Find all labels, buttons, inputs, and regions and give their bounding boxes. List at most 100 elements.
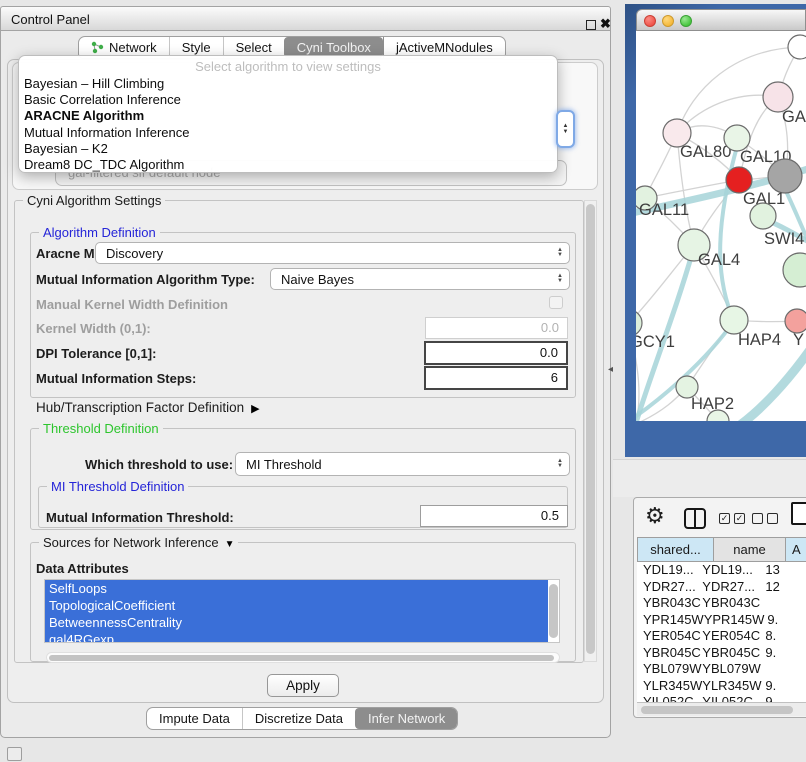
algorithm-option[interactable]: Mutual Information Inference <box>19 125 557 141</box>
data-attribute-item[interactable]: BetweennessCentrality <box>45 614 548 631</box>
table-cell: YLR345W <box>637 678 702 695</box>
table-cell: 9. <box>762 645 806 662</box>
cyni-bottom-tabs: Impute Data Discretize Data Infer Networ… <box>146 707 458 730</box>
network-node[interactable] <box>768 159 802 193</box>
group-title: Algorithm Definition <box>39 225 160 240</box>
tab-infer-network[interactable]: Infer Network <box>355 708 457 729</box>
algorithm-combobox-stepper[interactable]: ▲ ▼ <box>556 110 575 148</box>
algorithm-option[interactable]: Bayesian – Hill Climbing <box>19 76 557 92</box>
sources-horizontal-scrollbar[interactable] <box>46 652 560 663</box>
column-header-clipped[interactable]: A <box>786 537 806 562</box>
manual-kernel-label: Manual Kernel Width Definition <box>36 297 228 312</box>
network-window-titlebar[interactable] <box>636 9 806 31</box>
table-cell: YER054C <box>637 628 702 645</box>
network-canvas[interactable]: GAL2GAL80GAL10GAL1GAL11SWI4GAL4GCY1HAP4Y… <box>636 31 806 421</box>
gear-icon[interactable]: ⚙ <box>645 501 665 531</box>
table-row[interactable]: YER054CYER054C8. <box>637 628 806 645</box>
tab-label: Discretize Data <box>255 708 343 729</box>
splitter-arrow-icon[interactable]: ◂ <box>608 364 613 375</box>
unchecked-box-icon <box>767 513 778 524</box>
apply-button[interactable]: Apply <box>267 674 339 697</box>
column-header-name[interactable]: name <box>714 537 786 562</box>
network-node-Y[interactable] <box>785 309 806 333</box>
kernel-width-field[interactable]: 0.0 <box>425 317 568 339</box>
data-attribute-item[interactable]: TopologicalCoefficient <box>45 597 548 614</box>
manual-kernel-checkbox[interactable] <box>549 296 563 309</box>
network-edge[interactable] <box>740 347 806 421</box>
deselect-all-checkboxes-icon[interactable] <box>752 513 778 524</box>
mi-steps-field[interactable]: 6 <box>424 366 568 390</box>
document-icon[interactable] <box>791 502 806 525</box>
table-row[interactable]: YBL079WYBL079W <box>637 661 806 678</box>
table-horizontal-scrollbar[interactable] <box>637 702 806 716</box>
collapsed-panel-icon[interactable] <box>7 747 22 761</box>
data-attributes-listbox[interactable]: SelfLoopsTopologicalCoefficientBetweenne… <box>44 579 560 643</box>
group-title: Cyni Algorithm Settings <box>23 193 165 208</box>
tab-label: Impute Data <box>159 708 230 729</box>
network-node-HAP4[interactable] <box>720 306 748 334</box>
data-attribute-item[interactable]: SelfLoops <box>45 580 548 597</box>
combobox-arrows-icon: ▲▼ <box>557 453 563 475</box>
window-zoom-icon[interactable] <box>680 15 692 27</box>
mi-threshold-label: Mutual Information Threshold: <box>46 510 234 525</box>
table-row[interactable]: YIL052CYIL052C9. <box>637 694 806 702</box>
table-cell: YDL19... <box>637 562 702 579</box>
algorithm-option[interactable]: ARACNE Algorithm <box>19 108 557 124</box>
table-cell: 12 <box>762 579 806 596</box>
which-threshold-label: Which threshold to use: <box>85 457 233 472</box>
network-node-label: GAL2 <box>782 108 806 126</box>
hub-section-toggle[interactable]: Hub/Transcription Factor Definition▶ <box>36 400 260 415</box>
table-cell: YDL19... <box>702 562 762 579</box>
columns-icon[interactable] <box>684 508 706 529</box>
control-panel-titlebar: Control Panel ✖ <box>0 6 611 31</box>
table-cell: 13 <box>762 562 806 579</box>
data-attribute-item[interactable]: gal4RGexp <box>45 631 548 643</box>
network-node-label: SWI4 <box>764 230 804 248</box>
window-close-icon[interactable] <box>644 15 656 27</box>
network-svg: GAL2GAL80GAL10GAL1GAL11SWI4GAL4GCY1HAP4Y… <box>636 31 806 421</box>
tab-discretize-data[interactable]: Discretize Data <box>242 708 355 729</box>
dpi-tolerance-label: DPI Tolerance [0,1]: <box>36 346 156 361</box>
dpi-tolerance-field[interactable]: 0.0 <box>424 341 568 365</box>
table-cell: YER054C <box>702 628 762 645</box>
mi-algorithm-type-combobox[interactable]: Naive Bayes ▲▼ <box>270 268 570 290</box>
scrollbar-thumb[interactable] <box>586 204 595 654</box>
mi-algorithm-type-label: Mutual Information Algorithm Type: <box>36 272 255 287</box>
algorithm-dropdown-list: Bayesian – Hill ClimbingBasic Correlatio… <box>19 76 557 173</box>
network-node[interactable] <box>788 35 806 59</box>
mi-threshold-field[interactable]: 0.5 <box>420 505 568 527</box>
table-row[interactable]: YLR345WYLR345W9. <box>637 678 806 695</box>
scrollbar-thumb[interactable] <box>49 655 554 661</box>
table-row[interactable]: YBR043CYBR043C <box>637 595 806 612</box>
window-minimize-icon[interactable] <box>662 15 674 27</box>
close-icon[interactable]: ✖ <box>600 16 611 32</box>
list-scrollbar-thumb[interactable] <box>549 584 558 638</box>
table-row[interactable]: YBR045CYBR045C9. <box>637 645 806 662</box>
which-threshold-combobox[interactable]: MI Threshold ▲▼ <box>235 452 570 476</box>
algorithm-option[interactable]: Bayesian – K2 <box>19 141 557 157</box>
table-cell: 8. <box>762 628 806 645</box>
table-cell: 9. <box>762 678 806 695</box>
network-node[interactable] <box>783 253 806 287</box>
combobox-value: MI Threshold <box>246 457 322 472</box>
scrollbar-thumb[interactable] <box>641 706 793 714</box>
table-cell: YLR345W <box>702 678 762 695</box>
float-window-icon[interactable] <box>586 20 596 30</box>
settings-scrollbar[interactable] <box>584 200 597 662</box>
network-node-SWI4[interactable] <box>750 203 776 229</box>
sources-group-title[interactable]: Sources for Network Inference▼ <box>39 535 238 552</box>
table-row[interactable]: YPR145WYPR145W9. <box>637 612 806 629</box>
unchecked-box-icon <box>752 513 763 524</box>
tab-impute-data[interactable]: Impute Data <box>147 708 242 729</box>
aracne-mode-combobox[interactable]: Discovery ▲▼ <box>95 242 570 264</box>
column-header-shared-name[interactable]: shared... <box>637 537 714 562</box>
table-row[interactable]: YDR27...YDR27...12 <box>637 579 806 596</box>
network-tab-icon <box>91 41 104 54</box>
table-cell: YIL052C <box>637 694 702 702</box>
algorithm-option[interactable]: Basic Correlation Inference <box>19 92 557 108</box>
select-all-checkboxes-icon[interactable]: ✓ ✓ <box>719 513 745 524</box>
table-row[interactable]: YDL19...YDL19...13 <box>637 562 806 579</box>
algorithm-option[interactable]: Dream8 DC_TDC Algorithm <box>19 157 557 173</box>
table-cell: YBL079W <box>702 661 762 678</box>
network-node-label: GAL11 <box>639 201 689 219</box>
